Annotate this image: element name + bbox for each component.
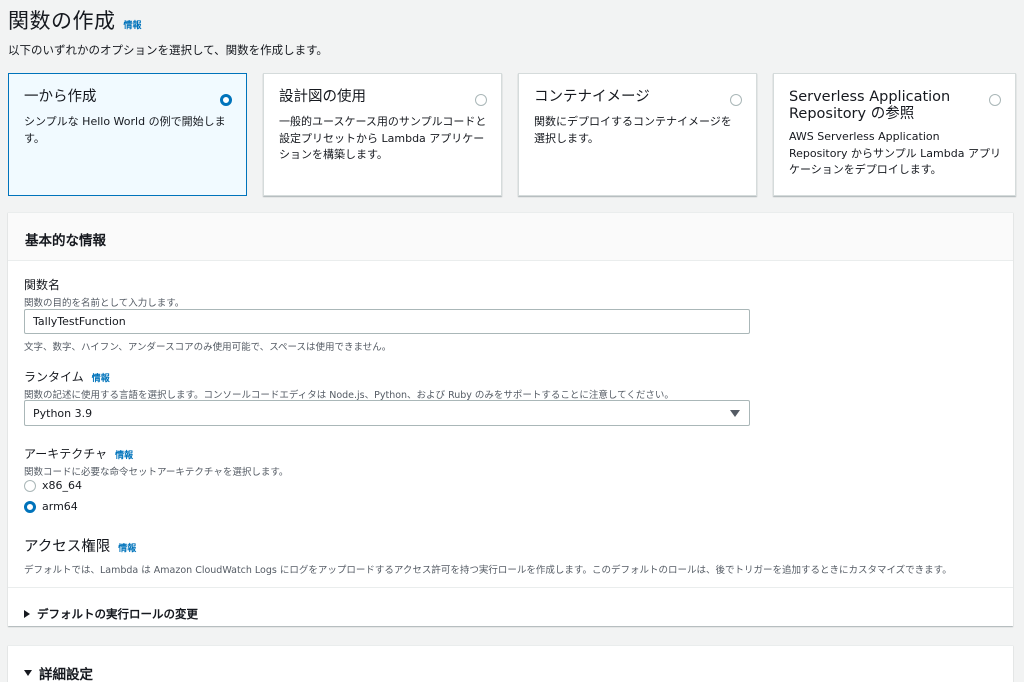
- architecture-label: アーキテクチャ: [24, 447, 108, 461]
- function-name-constraint: 文字、数字、ハイフン、アンダースコアのみ使用可能で、スペースは使用できません。: [24, 342, 392, 353]
- change-default-role-expander[interactable]: デフォルトの実行ロールの変更: [8, 587, 1013, 627]
- tile-radio[interactable]: [989, 94, 1001, 106]
- expander-label: デフォルトの実行ロールの変更: [37, 606, 198, 621]
- option-label: arm64: [42, 500, 78, 513]
- runtime-select[interactable]: Python 3.9: [24, 400, 750, 426]
- tile-description: AWS Serverless Application Repository から…: [789, 130, 1001, 176]
- option-label: x86_64: [42, 479, 83, 492]
- tile-title: 設計図の使用: [279, 89, 366, 105]
- tile-title: コンテナイメージ: [534, 89, 650, 105]
- runtime-description: 関数の記述に使用する言語を選択します。コンソールコードエディタは Node.js…: [24, 390, 674, 401]
- runtime-info-link[interactable]: 情報: [92, 374, 110, 384]
- architecture-label-row: アーキテクチャ 情報: [24, 445, 288, 462]
- advanced-settings-label: 詳細設定: [39, 666, 93, 682]
- advanced-settings-panel: 詳細設定: [8, 645, 1013, 682]
- runtime-label-group: ランタイム 情報 関数の記述に使用する言語を選択します。コンソールコードエディタは…: [24, 368, 674, 401]
- creation-option-tiles: 一から作成 シンプルな Hello World の例で開始します。 設計図の使用…: [8, 73, 1016, 196]
- tile-author-from-scratch[interactable]: 一から作成 シンプルな Hello World の例で開始します。: [8, 73, 247, 196]
- permissions-title: アクセス権限: [24, 539, 111, 555]
- architecture-label-group: アーキテクチャ 情報 関数コードに必要な命令セットアーキテクチャを選択します。: [24, 445, 288, 478]
- architecture-option-arm64[interactable]: arm64: [24, 500, 78, 513]
- tile-description: 関数にデプロイするコンテナイメージを選択します。: [534, 115, 732, 145]
- basic-info-panel: 基本的な情報 関数名 関数の目的を名前として入力します。 文字、数字、ハイフン、…: [8, 212, 1013, 626]
- architecture-description: 関数コードに必要な命令セットアーキテクチャを選択します。: [24, 467, 289, 478]
- radio-arm64[interactable]: [24, 500, 36, 513]
- caret-down-icon: [730, 410, 740, 417]
- function-name-description: 関数の目的を名前として入力します。: [24, 298, 185, 309]
- permissions-info-link[interactable]: 情報: [118, 544, 136, 554]
- advanced-settings-expander[interactable]: 詳細設定: [8, 646, 1013, 682]
- radio-x86[interactable]: [24, 479, 36, 492]
- tile-description: シンプルな Hello World の例で開始します。: [24, 115, 226, 145]
- tile-use-blueprint[interactable]: 設計図の使用 一般的ユースケース用のサンプルコードと設定プリセットから Lamb…: [263, 73, 502, 196]
- tile-radio-selected[interactable]: [220, 94, 232, 106]
- permissions-title-row: アクセス権限 情報: [24, 535, 952, 556]
- page-header: 関数の作成 情報: [8, 5, 142, 35]
- function-name-input[interactable]: [24, 309, 750, 334]
- caret-down-icon: [24, 669, 32, 676]
- basic-info-header: 基本的な情報: [8, 213, 1013, 261]
- title-info-link[interactable]: 情報: [124, 18, 142, 31]
- function-name-label: 関数名: [24, 278, 61, 292]
- tile-container-image[interactable]: コンテナイメージ 関数にデプロイするコンテナイメージを選択します。: [518, 73, 757, 196]
- tile-radio[interactable]: [730, 94, 742, 106]
- tile-title: 一から作成: [24, 89, 97, 105]
- architecture-option-x86[interactable]: x86_64: [24, 479, 82, 492]
- page-title: 関数の作成: [8, 9, 116, 33]
- runtime-label: ランタイム: [24, 370, 84, 384]
- function-name-label-group: 関数名 関数の目的を名前として入力します。: [24, 276, 184, 309]
- tile-title: Serverless Application Repository の参照: [789, 89, 951, 122]
- tile-serverless-app-repo[interactable]: Serverless Application Repository の参照 AW…: [773, 73, 1016, 196]
- permissions-description: デフォルトでは、Lambda は Amazon CloudWatch Logs …: [24, 565, 952, 576]
- caret-right-icon: [24, 609, 30, 618]
- page-description: 以下のいずれかのオプションを選択して、関数を作成します。: [8, 43, 328, 57]
- tile-description: 一般的ユースケース用のサンプルコードと設定プリセットから Lambda アプリケ…: [279, 115, 487, 161]
- architecture-info-link[interactable]: 情報: [115, 451, 133, 461]
- runtime-label-row: ランタイム 情報: [24, 368, 674, 385]
- runtime-selected-value: Python 3.9: [33, 407, 93, 420]
- tile-radio[interactable]: [475, 94, 487, 106]
- permissions-group: アクセス権限 情報 デフォルトでは、Lambda は Amazon CloudWa…: [24, 535, 952, 576]
